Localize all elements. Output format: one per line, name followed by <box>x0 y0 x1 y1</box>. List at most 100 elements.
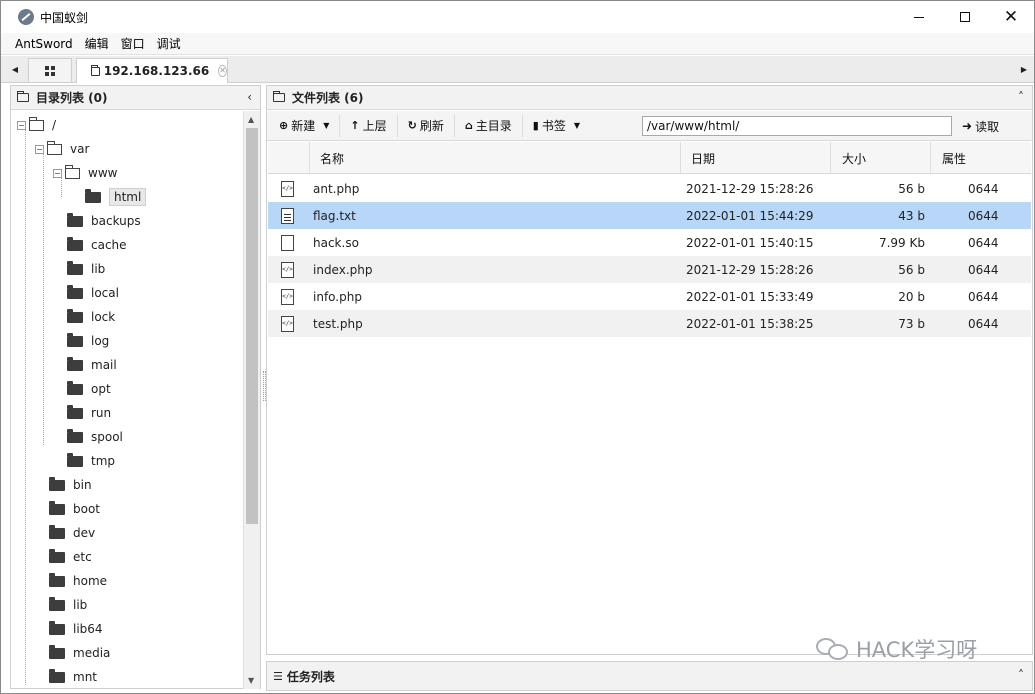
scroll-down-icon[interactable]: ▼ <box>248 676 254 685</box>
tree-scrollbar[interactable]: ▲ ▼ <box>243 111 260 689</box>
bookmark-button[interactable]: ▮ 书签 ▼ <box>523 115 590 137</box>
folder-icon <box>67 404 83 419</box>
tree-item[interactable]: html <box>85 186 147 208</box>
folder-icon <box>67 380 83 395</box>
tab-strip: ◀ 192.168.123.66 ✕ ▶ <box>1 56 1034 83</box>
tree-connector <box>25 125 26 685</box>
size-column-header[interactable]: 大小 <box>831 142 931 174</box>
tree-item[interactable]: bin <box>49 474 92 496</box>
code-file-icon: </> <box>281 261 294 278</box>
file-row[interactable]: </> info.php 2022-01-01 15:33:49 20 b 0644 <box>268 283 1031 310</box>
tree-item-label: boot <box>73 502 101 516</box>
task-panel-title: 任务列表 <box>286 669 335 684</box>
menu-debug[interactable]: 调试 <box>151 35 187 52</box>
tree-item[interactable]: cache <box>67 234 127 256</box>
file-row[interactable]: </> test.php 2022-01-01 15:38:25 73 b 0644 <box>268 310 1031 337</box>
tree-item[interactable]: etc <box>49 546 92 568</box>
tree-item[interactable]: − www <box>53 162 117 184</box>
tree-item[interactable]: spool <box>67 426 123 448</box>
folder-icon <box>49 572 65 587</box>
tree-item[interactable]: lib64 <box>49 618 103 640</box>
file-date: 2022-01-01 15:38:25 <box>686 316 814 331</box>
file-toolbar: ⊕ 新建 ▼ ↑ 上层 ↻ 刷新 ⌂ 主目录 ▮ 书签 ▼ /var/www/h… <box>267 111 1032 141</box>
file-size: 43 b <box>898 208 925 223</box>
tree-item[interactable]: backups <box>67 210 141 232</box>
folder-icon <box>67 236 83 251</box>
path-input[interactable] <box>642 116 952 136</box>
refresh-icon: ↻ <box>407 119 417 132</box>
expand-up-icon[interactable]: ˄ <box>1018 668 1024 682</box>
file-size: 73 b <box>898 316 925 331</box>
tree-item-label: bin <box>73 478 92 492</box>
file-row[interactable]: </> index.php 2021-12-29 15:28:26 56 b 0644 <box>268 256 1031 283</box>
tab-scroll-left-button[interactable]: ◀ <box>7 56 23 83</box>
tree-item[interactable]: mnt <box>49 666 97 688</box>
new-button[interactable]: ⊕ 新建 ▼ <box>267 114 341 137</box>
collapse-up-icon[interactable]: ˄ <box>1018 90 1024 104</box>
tab-home[interactable] <box>28 58 72 82</box>
tree-item[interactable]: boot <box>49 498 100 520</box>
file-date: 2022-01-01 15:40:15 <box>686 235 814 250</box>
tab-host[interactable]: 192.168.123.66 ✕ <box>76 58 228 83</box>
tree-item[interactable]: lib <box>49 594 87 616</box>
folder-icon <box>67 332 83 347</box>
tree-item[interactable]: home <box>49 570 107 592</box>
tree-item[interactable]: opt <box>67 378 111 400</box>
close-button[interactable]: ✕ <box>988 1 1034 33</box>
name-column-header[interactable]: 名称 <box>310 142 681 174</box>
folder-icon <box>67 308 83 323</box>
window-title: 中国蚁剑 <box>40 10 89 25</box>
scroll-up-icon[interactable]: ▲ <box>248 115 254 124</box>
home-dir-button[interactable]: ⌂ 主目录 <box>455 114 523 137</box>
tree-item-label: run <box>91 406 112 420</box>
file-icon-cell: </> <box>281 310 294 337</box>
up-button[interactable]: ↑ 上层 <box>340 114 398 137</box>
tree-item[interactable]: run <box>67 402 111 424</box>
tree-item-label: backups <box>91 214 141 228</box>
tree-item-label: etc <box>73 550 92 564</box>
directory-panel-header: 目录列表 (0) ‹ <box>11 86 260 110</box>
file-row[interactable]: hack.so 2022-01-01 15:40:15 7.99 Kb 0644 <box>268 229 1031 256</box>
refresh-button[interactable]: ↻ 刷新 <box>398 114 455 137</box>
attr-column-header[interactable]: 属性 <box>931 142 1031 174</box>
file-perm: 0644 <box>968 208 999 223</box>
file-size: 56 b <box>898 262 925 277</box>
menu-edit[interactable]: 编辑 <box>79 35 115 52</box>
tree-item-label: dev <box>73 526 96 540</box>
tree-item[interactable]: lock <box>67 306 115 328</box>
file-row[interactable]: </> ant.php 2021-12-29 15:28:26 56 b 0644 <box>268 175 1031 202</box>
file-date: 2021-12-29 15:28:26 <box>686 181 814 196</box>
scrollbar-thumb[interactable] <box>246 128 258 524</box>
menu-window[interactable]: 窗口 <box>115 35 151 52</box>
file-icon-cell <box>281 202 294 229</box>
triangle-left-icon: ◀ <box>11 65 19 74</box>
tab-host-label: 192.168.123.66 <box>103 64 210 78</box>
file-row[interactable]: flag.txt 2022-01-01 15:44:29 43 b 0644 <box>268 202 1031 229</box>
file-name: index.php <box>313 262 373 277</box>
tree-item[interactable]: log <box>67 330 109 352</box>
tree-item[interactable]: − / <box>17 114 56 136</box>
tree-item-label: www <box>88 166 118 180</box>
tree-item[interactable]: media <box>49 642 110 664</box>
minimize-button[interactable] <box>896 1 942 33</box>
date-column-header[interactable]: 日期 <box>681 142 831 174</box>
tree-item[interactable]: local <box>67 282 119 304</box>
collapse-left-button[interactable]: ‹ <box>247 90 252 104</box>
file-icon-cell: </> <box>281 175 294 202</box>
file-date: 2021-12-29 15:28:26 <box>686 262 814 277</box>
folder-icon <box>67 452 83 467</box>
maximize-button[interactable] <box>942 1 988 33</box>
tab-scroll-right-button[interactable]: ▶ <box>1016 56 1032 83</box>
file-perm: 0644 <box>968 262 999 277</box>
read-button[interactable]: ➜ 读取 <box>962 116 999 136</box>
tab-close-icon[interactable]: ✕ <box>218 65 227 77</box>
tree-item-label: lib <box>91 262 106 276</box>
antsword-window: 中国蚁剑 ✕ AntSword 编辑 窗口 调试 ◀ 192.168.123.6… <box>0 0 1035 694</box>
tree-item[interactable]: tmp <box>67 450 115 472</box>
tree-item[interactable]: mail <box>67 354 117 376</box>
up-label: 上层 <box>362 119 387 133</box>
tree-item[interactable]: dev <box>49 522 95 544</box>
file-date: 2022-01-01 15:33:49 <box>686 289 814 304</box>
tree-item[interactable]: lib <box>67 258 105 280</box>
menu-antsword[interactable]: AntSword <box>1 37 79 51</box>
